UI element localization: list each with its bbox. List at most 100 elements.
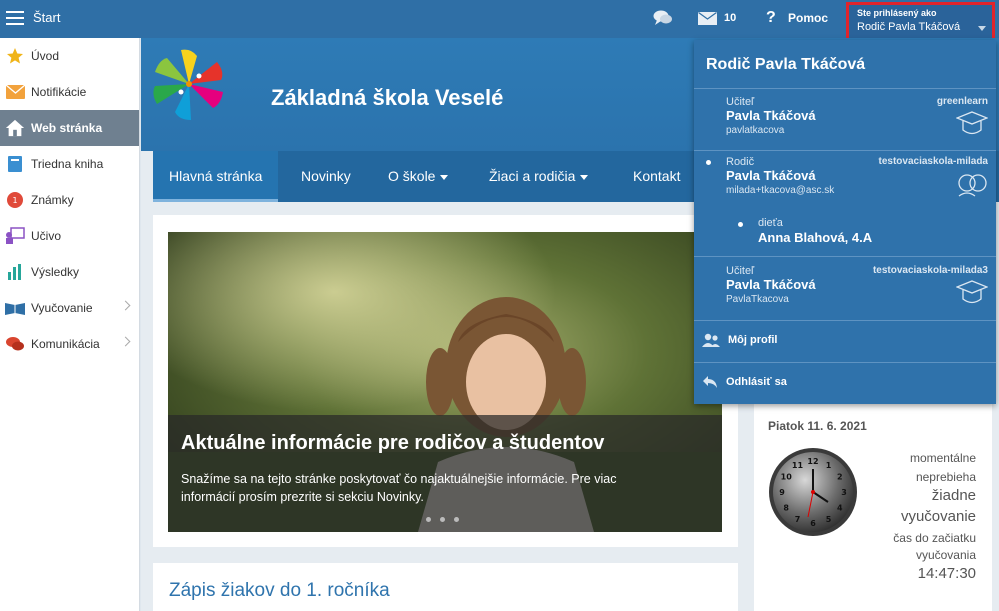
account-item[interactable]: Učiteľ greenlearn Pavla Tkáčová pavlatka… xyxy=(694,96,996,144)
nav-label: Hlavná stránka xyxy=(169,168,263,184)
sidebar-item-notifikacie[interactable]: Notifikácie xyxy=(0,74,139,110)
account-name: Pavla Tkáčová xyxy=(726,108,816,123)
status-line: momentálne xyxy=(909,451,976,465)
dropdown-title: Rodič Pavla Tkáčová xyxy=(706,56,866,73)
carousel-slide[interactable]: Aktuálne informácie pre rodičov a študen… xyxy=(168,232,722,532)
status-line: vyučovanie xyxy=(900,508,976,525)
carousel-dot[interactable] xyxy=(440,517,445,522)
account-school: testovaciaskola-milada3 xyxy=(872,265,988,276)
sidebar-item-web-stranka[interactable]: Web stránka xyxy=(0,110,139,146)
hamburger-menu-icon[interactable] xyxy=(6,11,24,25)
sidebar-item-ucivo[interactable]: Učivo xyxy=(0,218,139,254)
user-account-switcher[interactable]: Ste prihlásený ako Rodič Pavla Tkáčová xyxy=(846,2,995,42)
account-login: PavlaTkacova xyxy=(726,294,789,305)
status-line: neprebieha xyxy=(915,470,976,484)
parents-icon xyxy=(958,174,987,197)
sidebar-item-label: Web stránka xyxy=(31,121,103,135)
news-carousel-card: Aktuálne informácie pre rodičov a študen… xyxy=(153,215,738,547)
nav-label: Kontakt xyxy=(633,168,681,184)
countdown-time: 14:47:30 xyxy=(917,565,976,582)
nav-label: Novinky xyxy=(301,168,351,184)
account-switcher-dropdown: Rodič Pavla Tkáčová Učiteľ greenlearn Pa… xyxy=(694,40,996,404)
slide-title[interactable]: Aktuálne informácie pre rodičov a študen… xyxy=(181,432,604,455)
account-item-active[interactable]: Rodič testovaciaskola-milada Pavla Tkáčo… xyxy=(694,156,996,204)
help-icon[interactable]: ? xyxy=(766,9,776,27)
sidebar-item-uvod[interactable]: Úvod xyxy=(0,38,139,74)
sidebar-item-label: Učivo xyxy=(31,229,62,243)
school-logo xyxy=(153,49,223,120)
nav-ziaci-a-rodicia[interactable]: Žiaci a rodičia xyxy=(473,151,604,202)
account-role: Učiteľ xyxy=(726,96,755,108)
graduation-cap-icon xyxy=(956,111,988,135)
logged-in-user-name: Rodič Pavla Tkáčová xyxy=(857,21,961,33)
clock-numeral: 7 xyxy=(795,515,801,524)
divider xyxy=(694,362,996,363)
sidebar-item-label: Úvod xyxy=(31,49,60,63)
bar-chart-icon xyxy=(5,263,25,281)
my-profile-link[interactable]: Môj profil xyxy=(702,333,778,347)
account-login: milada+tkacova@asc.sk xyxy=(726,185,835,196)
school-name: Základná škola Veselé xyxy=(271,85,504,110)
sidebar-item-triedna-kniha[interactable]: Triedna kniha xyxy=(0,146,139,182)
envelope-icon xyxy=(5,83,25,101)
sidebar-item-label: Komunikácia xyxy=(31,337,100,351)
carousel-dot[interactable] xyxy=(426,517,431,522)
clock-numeral: 12 xyxy=(807,457,818,466)
divider xyxy=(694,150,996,151)
status-line: žiadne xyxy=(931,487,976,504)
logged-in-as-label: Ste prihlásený ako xyxy=(857,8,937,18)
status-line: čas do začiatku xyxy=(893,531,976,545)
sidebar-item-vyucovanie[interactable]: Vyučovanie xyxy=(0,290,139,326)
sidebar-item-label: Výsledky xyxy=(31,265,80,279)
clock-numeral: 5 xyxy=(826,515,832,524)
nav-label: Žiaci a rodičia xyxy=(489,168,576,184)
nav-novinky[interactable]: Novinky xyxy=(285,151,367,202)
account-name: Pavla Tkáčová xyxy=(726,168,816,183)
logout-link[interactable]: Odhlásiť sa xyxy=(702,375,787,389)
my-profile-label: Môj profil xyxy=(728,334,778,346)
schedule-widget: Piatok 11. 6. 2021 12 1 2 3 4 5 6 7 8 9 10 11 momen… xyxy=(754,403,992,611)
child-item[interactable]: dieťa Anna Blahová, 4.A xyxy=(694,217,996,247)
grades-icon: 1 xyxy=(5,191,25,209)
book-icon xyxy=(5,155,25,173)
account-school: greenlearn xyxy=(936,96,988,107)
account-item[interactable]: Učiteľ testovaciaskola-milada3 Pavla Tká… xyxy=(694,265,996,313)
divider xyxy=(694,320,996,321)
nav-kontakt[interactable]: Kontakt xyxy=(617,151,696,202)
sidebar-item-znamky[interactable]: 1 Známky xyxy=(0,182,139,218)
clock-numeral: 6 xyxy=(810,519,816,528)
account-login: pavlatkacova xyxy=(726,125,785,136)
chat-bubbles-icon xyxy=(5,335,25,353)
chat-icon[interactable] xyxy=(653,9,673,27)
sidebar-item-komunikacia[interactable]: Komunikácia xyxy=(0,326,139,362)
mail-icon[interactable] xyxy=(698,12,717,25)
current-date: Piatok 11. 6. 2021 xyxy=(768,419,867,433)
chevron-right-icon xyxy=(120,300,131,311)
section-title[interactable]: Zápis žiakov do 1. ročníka xyxy=(169,580,390,602)
carousel-dot[interactable] xyxy=(454,517,459,522)
slide-text: Snažíme sa na tejto stránke poskytovať č… xyxy=(181,472,617,504)
sidebar: Úvod Notifikácie Web stránka Triedna kni… xyxy=(0,38,140,611)
nav-o-skole[interactable]: O škole xyxy=(372,151,464,202)
svg-text:1: 1 xyxy=(12,196,17,205)
status-line: vyučovania xyxy=(915,548,976,562)
clock-numeral: 10 xyxy=(781,473,793,482)
child-name: Anna Blahová, 4.A xyxy=(758,230,873,245)
clock-numeral: 1 xyxy=(826,461,832,470)
nav-hlavna-stranka[interactable]: Hlavná stránka xyxy=(153,151,279,202)
clock-numeral: 2 xyxy=(837,473,843,482)
sidebar-item-label: Triedna kniha xyxy=(31,157,104,171)
child-role: dieťa xyxy=(758,217,783,229)
account-role: Učiteľ xyxy=(726,265,755,277)
house-icon xyxy=(5,119,25,137)
graduation-cap-icon xyxy=(956,280,988,304)
help-link[interactable]: Pomoc xyxy=(788,11,828,25)
teacher-icon xyxy=(5,227,25,245)
start-link[interactable]: Štart xyxy=(33,10,60,25)
mail-count-badge[interactable]: 10 xyxy=(724,12,736,24)
carousel-dots[interactable] xyxy=(426,511,468,525)
sidebar-item-vysledky[interactable]: Výsledky xyxy=(0,254,139,290)
clock-numeral: 8 xyxy=(783,504,789,513)
clock-numeral: 3 xyxy=(841,488,847,497)
logout-label: Odhlásiť sa xyxy=(726,376,787,388)
